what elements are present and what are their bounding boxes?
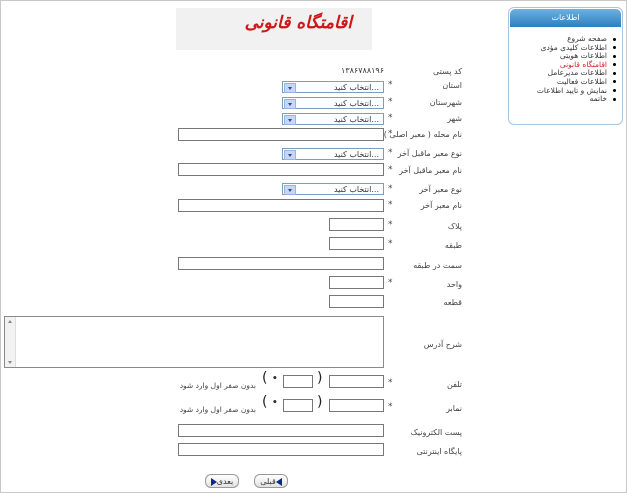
- zero-mark: •: [272, 374, 278, 384]
- bullet-icon: [613, 89, 616, 93]
- address-textarea[interactable]: [4, 316, 384, 368]
- province-selected: ...انتخاب کنید: [333, 83, 379, 92]
- fax-number-input[interactable]: [329, 399, 384, 412]
- bullet-icon: [613, 46, 616, 50]
- header-banner: اقامتگاه قانونی: [176, 8, 372, 50]
- city-select[interactable]: ...انتخاب کنید: [282, 113, 384, 125]
- postal-code-value: ۱۳۸۶۷۸۸۱۹۶: [341, 66, 384, 75]
- floor-side-label: سمت در طبقه: [413, 261, 462, 270]
- last-minor-name-label: نام معبر ماقبل آخر: [399, 166, 462, 175]
- last-name-input[interactable]: [178, 199, 384, 212]
- last-minor-type-select[interactable]: ...انتخاب کنید: [282, 148, 384, 160]
- city-label: شهر: [447, 114, 462, 123]
- paren-close: ): [317, 370, 323, 386]
- required-mark: *: [388, 184, 393, 194]
- next-button[interactable]: بعدی: [205, 474, 239, 488]
- bullet-icon: [613, 80, 616, 84]
- chevron-down-icon: [284, 99, 296, 109]
- required-mark: *: [388, 165, 393, 175]
- floor-side-input[interactable]: [178, 257, 384, 270]
- prev-button[interactable]: قبلی: [254, 474, 288, 488]
- plaque-input[interactable]: [329, 218, 384, 231]
- county-label: شهرستان: [429, 98, 462, 107]
- bullet-icon: [613, 71, 616, 75]
- unit-label: واحد: [446, 280, 462, 289]
- unit-input[interactable]: [329, 276, 384, 289]
- required-mark: *: [388, 129, 393, 139]
- required-mark: *: [388, 402, 393, 412]
- email-input[interactable]: [178, 424, 384, 437]
- address-label: شرح آدرس: [423, 340, 462, 349]
- lot-input[interactable]: [329, 295, 384, 308]
- required-mark: *: [388, 113, 393, 123]
- province-select[interactable]: ...انتخاب کنید: [282, 81, 384, 93]
- postal-code-label: کد پستی: [433, 67, 462, 76]
- chevron-down-icon: [284, 150, 296, 160]
- chevron-down-icon: [284, 185, 296, 195]
- steps-panel-title: اطلاعات: [510, 9, 621, 27]
- required-mark: *: [388, 148, 393, 158]
- bullet-icon: [613, 37, 616, 41]
- steps-list: صفحه شروع اطلاعات کلیدی مؤدی اطلاعات هوی…: [537, 34, 616, 104]
- page-title: اقامتگاه قانونی: [244, 13, 352, 33]
- last-type-select[interactable]: ...انتخاب کنید: [282, 183, 384, 195]
- floor-label: طبقه: [444, 241, 462, 250]
- step-item[interactable]: خاتمه: [537, 94, 616, 104]
- fax-hint: بدون صفر اول وارد شود: [179, 405, 256, 414]
- required-mark: *: [388, 378, 393, 388]
- phone-number-input[interactable]: [329, 375, 384, 388]
- fax-area-code-input[interactable]: [283, 399, 313, 412]
- city-selected: ...انتخاب کنید: [333, 115, 379, 124]
- chevron-down-icon: [284, 115, 296, 125]
- last-minor-name-input[interactable]: [178, 163, 384, 176]
- paren-open: (: [262, 394, 268, 410]
- phone-area-code-input[interactable]: [283, 375, 313, 388]
- arrow-left-icon: [275, 477, 282, 486]
- required-mark: *: [388, 200, 393, 210]
- last-type-selected: ...انتخاب کنید: [333, 185, 379, 194]
- last-name-label: نام معبر آخر: [420, 201, 462, 210]
- prev-button-label: قبلی: [260, 477, 276, 486]
- bullet-icon: [613, 63, 616, 67]
- required-mark: *: [388, 97, 393, 107]
- paren-close: ): [317, 394, 323, 410]
- zero-mark: •: [272, 398, 278, 408]
- website-input[interactable]: [178, 443, 384, 456]
- last-type-label: نوع معبر آخر: [419, 185, 462, 194]
- county-selected: ...انتخاب کنید: [333, 99, 379, 108]
- floor-input[interactable]: [329, 237, 384, 250]
- province-label: استان: [442, 81, 462, 90]
- required-mark: *: [388, 278, 393, 288]
- phone-hint: بدون صفر اول وارد شود: [179, 381, 256, 390]
- fax-label: نمابر: [446, 404, 462, 413]
- required-mark: *: [388, 80, 393, 90]
- county-select[interactable]: ...انتخاب کنید: [282, 97, 384, 109]
- plaque-label: پلاک: [447, 222, 462, 231]
- next-button-label: بعدی: [216, 477, 234, 486]
- website-label: پایگاه اینترنتی: [416, 447, 462, 456]
- scrollbar[interactable]: [5, 317, 16, 367]
- bullet-icon: [613, 54, 616, 58]
- steps-panel: اطلاعات صفحه شروع اطلاعات کلیدی مؤدی اطل…: [508, 7, 623, 125]
- neighborhood-input[interactable]: [178, 128, 384, 141]
- last-minor-type-label: نوع معبر ماقبل آخر: [397, 149, 462, 158]
- step-label: خاتمه: [589, 94, 607, 104]
- lot-label: قطعه: [443, 298, 462, 307]
- last-minor-type-selected: ...انتخاب کنید: [333, 150, 379, 159]
- phone-label: تلفن: [446, 380, 462, 389]
- bullet-icon: [613, 97, 616, 101]
- chevron-down-icon: [284, 83, 296, 93]
- neighborhood-label: نام محله ( معبر اصلی ): [383, 130, 462, 139]
- required-mark: *: [388, 239, 393, 249]
- required-mark: *: [388, 220, 393, 230]
- paren-open: (: [262, 370, 268, 386]
- email-label: پست الکترونیک: [410, 428, 462, 437]
